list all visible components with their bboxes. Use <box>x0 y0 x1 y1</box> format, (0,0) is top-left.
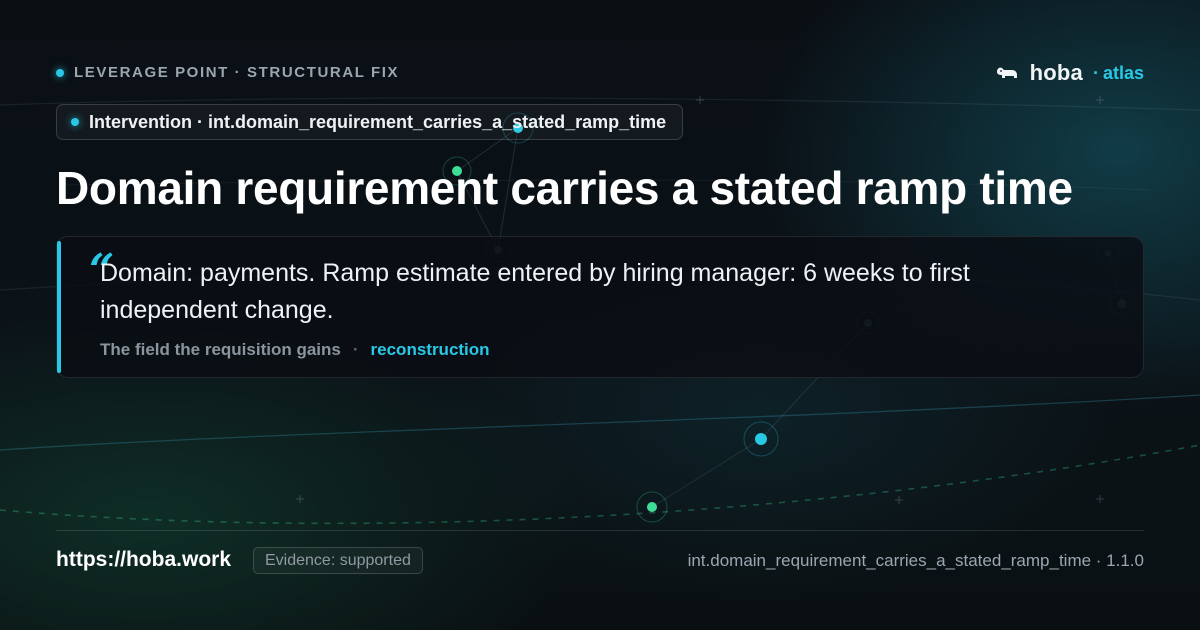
footer-identifier: int.domain_requirement_carries_a_stated_… <box>687 551 1144 570</box>
brand-separator: · <box>1092 62 1099 83</box>
intervention-pill: Intervention · int.domain_requirement_ca… <box>56 104 684 140</box>
quote-accent-bar <box>57 241 61 373</box>
eyebrow: LEVERAGE POINT · STRUCTURAL FIX <box>56 64 399 81</box>
intervention-label: Intervention · int.domain_requirement_ca… <box>89 111 667 132</box>
quote-text: Domain: payments. Ramp estimate entered … <box>100 259 970 324</box>
quote-meta: The field the requisition gains · recons… <box>100 340 490 360</box>
quote-source: The field the requisition gains <box>100 340 341 359</box>
quote-card: “ Domain: payments. Ramp estimate entere… <box>56 236 1144 378</box>
dog-icon <box>996 67 1017 78</box>
intervention-dot-icon <box>71 118 79 126</box>
brand-name: hoba <box>1029 60 1083 85</box>
brand-product: atlas <box>1102 62 1144 83</box>
evidence-badge: Evidence: supported <box>253 547 423 574</box>
eyebrow-label: LEVERAGE POINT · STRUCTURAL FIX <box>74 64 400 81</box>
quote-separator: · <box>352 340 359 359</box>
footer-divider <box>56 530 1144 531</box>
brand-logo[interactable]: hoba · atlas <box>994 60 1144 86</box>
quote-tag: reconstruction <box>370 340 490 359</box>
status-dot-icon <box>56 68 64 77</box>
footer-url-link[interactable]: https://hoba.work <box>56 548 231 572</box>
page-title: Domain requirement carries a stated ramp… <box>56 162 1073 214</box>
